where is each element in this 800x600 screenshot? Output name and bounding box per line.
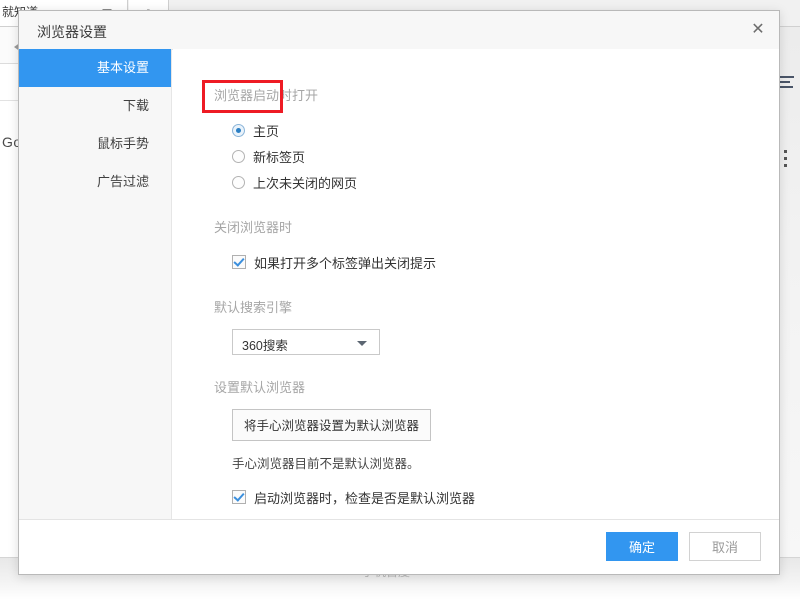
radio-option-label: 主页 <box>253 123 280 139</box>
radio-option-homepage[interactable]: 主页 <box>232 117 779 143</box>
checkbox-icon-checked[interactable] <box>232 255 246 269</box>
radio-option-label: 上次未关闭的网页 <box>253 175 358 191</box>
dialog-body: 基本设置 下载 鼠标手势 广告过滤 浏览器启动时打开 主页 新标签页 上次未关闭… <box>19 49 779 520</box>
search-engine-select[interactable]: 360搜索 <box>232 329 380 355</box>
section-on-close: 关闭浏览器时 如果打开多个标签弹出关闭提示 <box>214 217 779 275</box>
checkbox-label: 如果打开多个标签弹出关闭提示 <box>254 255 437 271</box>
sidebar-item-ad-filter[interactable]: 广告过滤 <box>19 163 171 201</box>
section-search-engine: 默认搜索引擎 360搜索 <box>214 297 779 355</box>
confirm-button[interactable]: 确定 <box>606 532 678 561</box>
sidebar-item-label: 下载 <box>122 98 149 113</box>
radio-option-new-tab[interactable]: 新标签页 <box>232 143 779 169</box>
settings-content-panel: 浏览器启动时打开 主页 新标签页 上次未关闭的网页 关闭浏览器时 如果打开多个标… <box>173 49 779 520</box>
cancel-button[interactable]: 取消 <box>689 532 761 561</box>
default-browser-status-text: 手心浏览器目前不是默认浏览器。 <box>232 457 420 471</box>
radio-icon[interactable] <box>232 149 245 163</box>
checkbox-label: 启动浏览器时，检查是否是默认浏览器 <box>254 490 476 506</box>
dialog-title-bar: 浏览器设置 ✕ <box>19 11 779 50</box>
section-startup: 浏览器启动时打开 主页 新标签页 上次未关闭的网页 <box>214 85 779 195</box>
radio-icon[interactable] <box>232 175 245 189</box>
section-startup-title: 浏览器启动时打开 <box>214 88 319 103</box>
sidebar-item-downloads[interactable]: 下载 <box>19 87 171 125</box>
sidebar-item-label: 鼠标手势 <box>96 136 149 151</box>
chevron-down-icon <box>357 341 367 346</box>
search-engine-selected-value: 360搜索 <box>242 339 288 353</box>
section-default-browser-title: 设置默认浏览器 <box>214 380 306 395</box>
section-default-browser: 设置默认浏览器 将手心浏览器设置为默认浏览器 手心浏览器目前不是默认浏览器。 启… <box>214 377 779 520</box>
page-title: 浏览器设置 <box>37 24 107 40</box>
checkbox-check-default-on-startup[interactable]: 启动浏览器时，检查是否是默认浏览器 <box>232 484 779 510</box>
menu-lines-icon[interactable] <box>780 76 794 91</box>
radio-option-last-session[interactable]: 上次未关闭的网页 <box>232 169 779 195</box>
settings-sidebar: 基本设置 下载 鼠标手势 广告过滤 <box>19 49 172 520</box>
checkbox-icon-checked[interactable] <box>232 490 246 504</box>
sidebar-item-label: 广告过滤 <box>96 174 149 189</box>
close-icon[interactable]: ✕ <box>741 15 775 45</box>
dialog-footer: 确定 取消 <box>19 519 779 574</box>
browser-settings-dialog: 浏览器设置 ✕ 基本设置 下载 鼠标手势 广告过滤 浏览器启动时打开 主页 新标… <box>18 10 780 575</box>
more-dots-icon[interactable] <box>784 150 788 171</box>
checkbox-multi-tab-close-prompt[interactable]: 如果打开多个标签弹出关闭提示 <box>232 249 779 275</box>
section-search-engine-title: 默认搜索引擎 <box>214 300 293 315</box>
sidebar-item-mouse-gestures[interactable]: 鼠标手势 <box>19 125 171 163</box>
sidebar-item-label: 基本设置 <box>96 60 149 75</box>
section-on-close-title: 关闭浏览器时 <box>214 220 293 235</box>
radio-option-label: 新标签页 <box>253 149 306 165</box>
radio-icon-checked[interactable] <box>232 123 245 137</box>
sidebar-item-basic-settings[interactable]: 基本设置 <box>19 49 171 87</box>
set-default-browser-button[interactable]: 将手心浏览器设置为默认浏览器 <box>232 409 432 441</box>
